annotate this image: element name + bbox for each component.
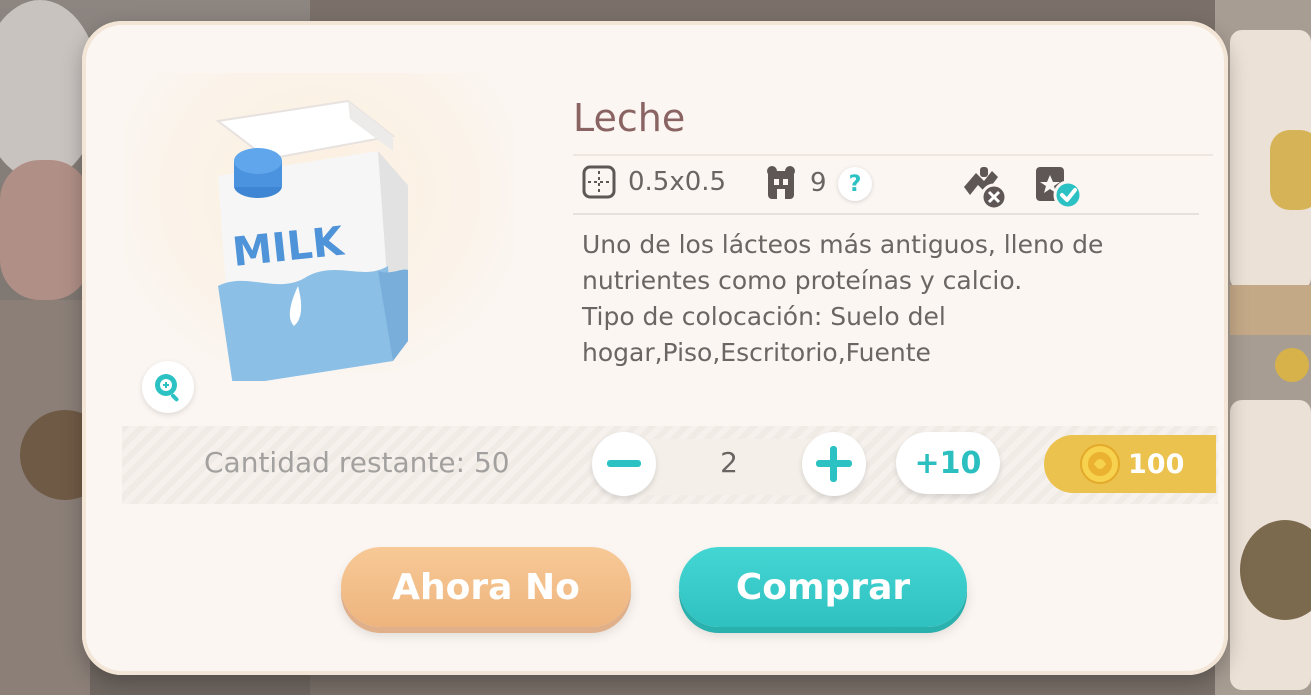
decrease-button[interactable] xyxy=(592,432,656,496)
bg-coin xyxy=(1275,348,1309,382)
add-ten-button[interactable]: +10 xyxy=(896,432,1000,494)
bg-right-header xyxy=(1230,285,1311,335)
coin-icon xyxy=(1080,444,1120,484)
zoom-button[interactable] xyxy=(142,361,194,413)
capacity-stat: 9 xyxy=(764,165,827,201)
capacity-value: 9 xyxy=(810,168,827,198)
zoom-icon xyxy=(155,374,179,402)
buy-button[interactable]: Comprar xyxy=(679,547,967,627)
price-amount: 100 xyxy=(1128,448,1185,480)
description-line: nutrientes como proteínas y calcio. xyxy=(582,266,1023,295)
remaining-quantity: Cantidad restante: 50 xyxy=(204,446,510,479)
no-interaction-icon xyxy=(964,167,1008,211)
price-tag: 100 xyxy=(1044,435,1216,493)
milk-carton-image: MILK xyxy=(215,99,408,381)
cancel-button[interactable]: Ahora No xyxy=(341,547,631,627)
size-value: 0.5x0.5 xyxy=(628,167,727,197)
item-title: Leche xyxy=(573,96,686,140)
people-icon xyxy=(767,166,795,199)
collection-check-icon xyxy=(1036,167,1083,210)
item-description: Uno de los lácteos más antiguos, lleno d… xyxy=(582,227,1202,371)
size-grid-icon xyxy=(582,165,616,199)
minus-icon xyxy=(607,460,641,467)
plus-icon xyxy=(816,446,852,482)
purchase-dialog: MILK Leche 0.5x0.5 9 ? Uno de los lácteo… xyxy=(82,21,1228,675)
increase-button[interactable] xyxy=(802,432,866,496)
size-stat: 0.5x0.5 xyxy=(582,165,726,199)
title-divider xyxy=(573,154,1213,156)
description-line: Uno de los lácteos más antiguos, lleno d… xyxy=(582,230,1104,259)
quantity-value[interactable]: 2 xyxy=(694,446,764,479)
bg-chef-face xyxy=(0,160,90,300)
bg-cheese xyxy=(1270,130,1311,210)
stats-divider xyxy=(573,213,1199,215)
help-icon: ? xyxy=(848,171,862,197)
description-line: Tipo de colocación: Suelo del xyxy=(582,302,946,331)
help-button[interactable]: ? xyxy=(838,167,872,201)
description-line: hogar,Piso,Escritorio,Fuente xyxy=(582,338,931,367)
